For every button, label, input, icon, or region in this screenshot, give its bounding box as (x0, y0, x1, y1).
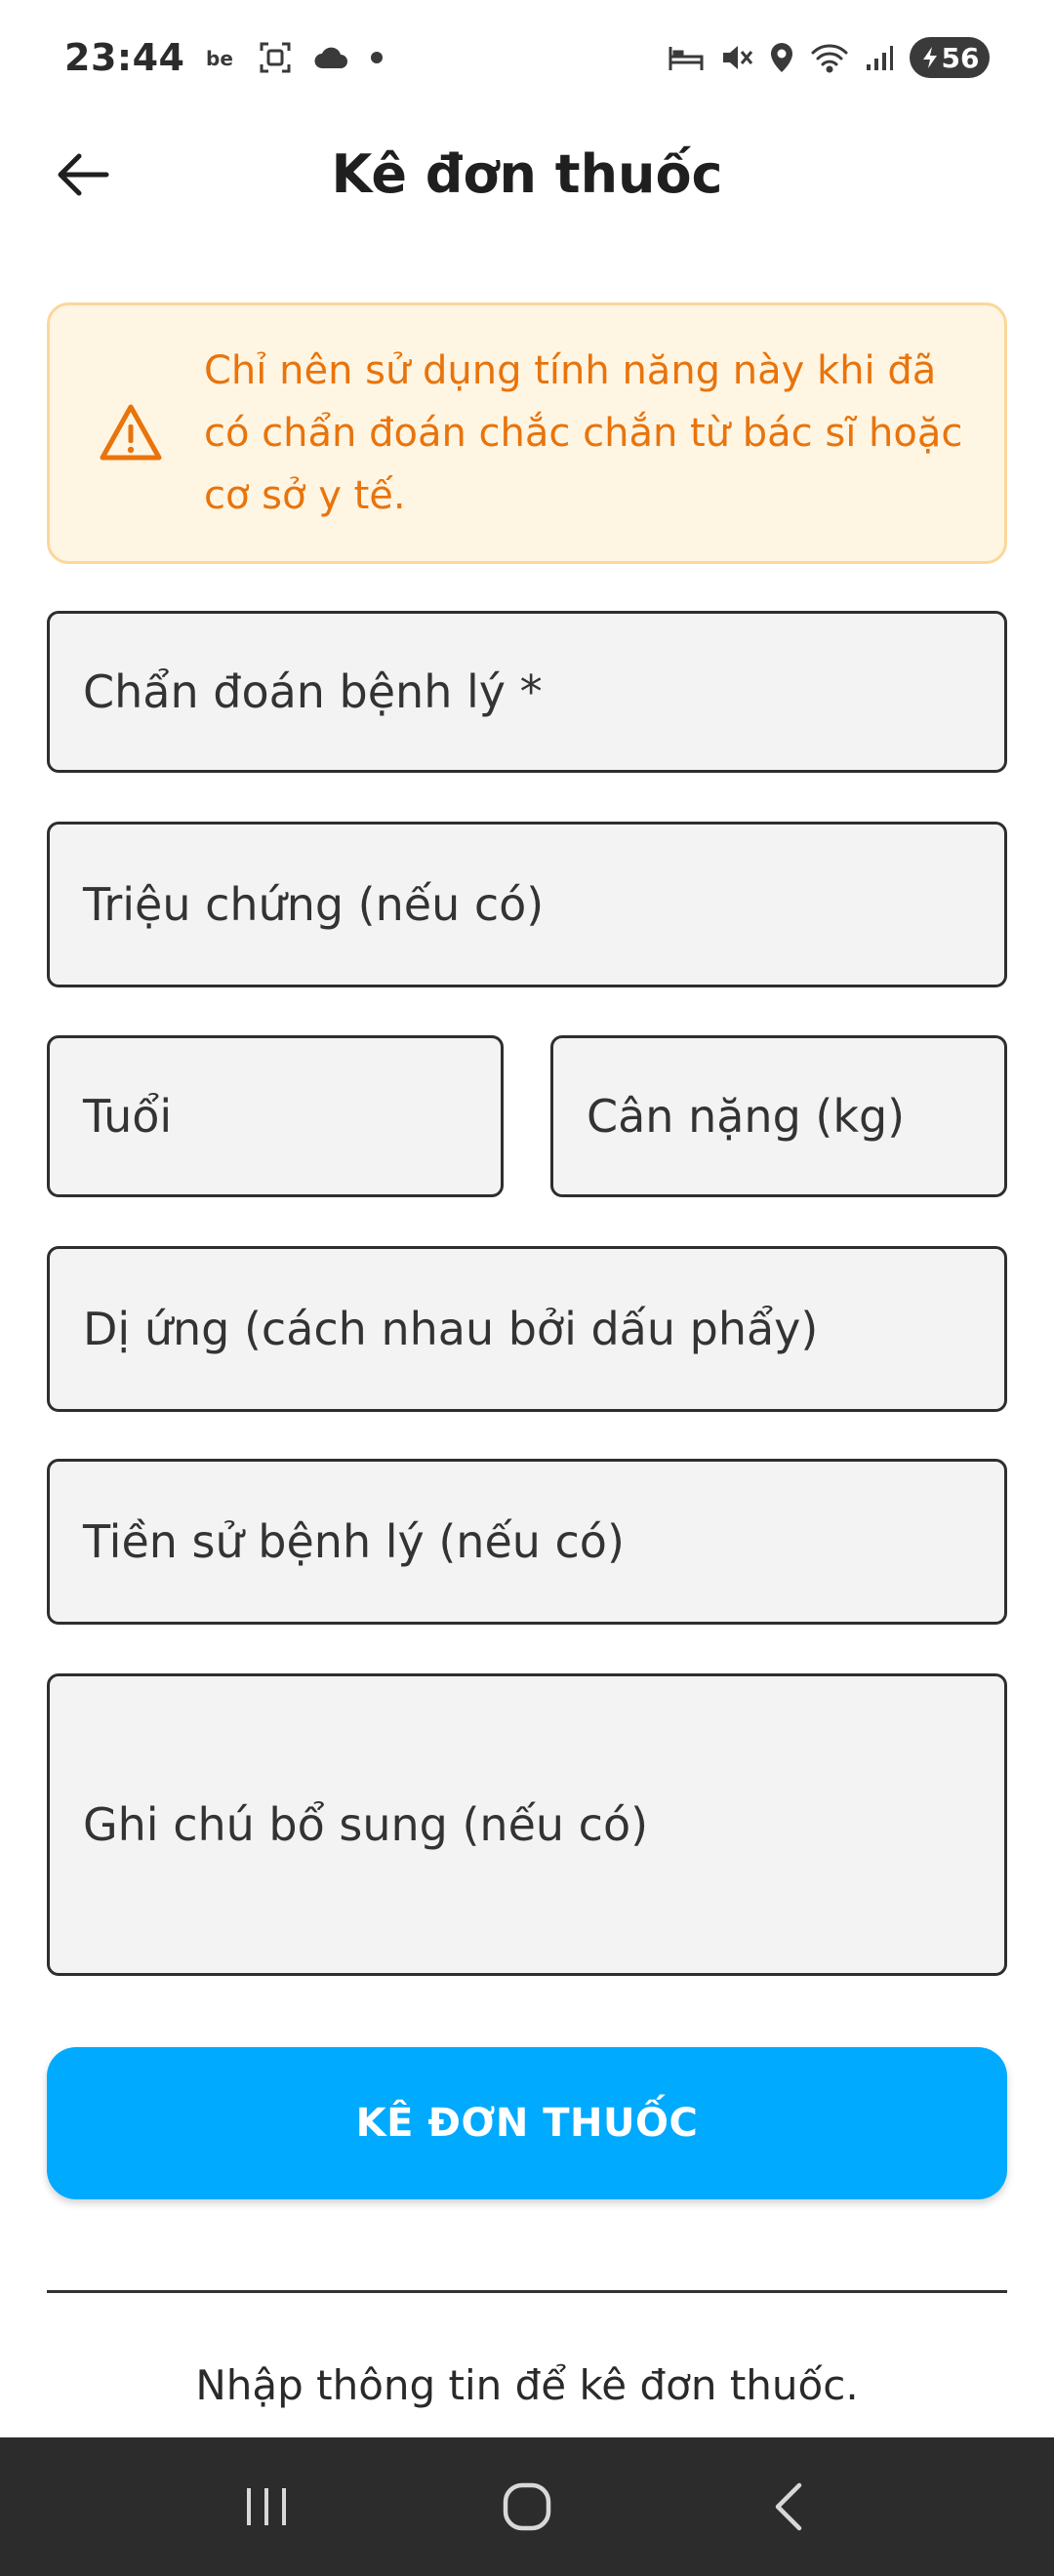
medical-history-label: Tiền sử bệnh lý (nếu có) (83, 1515, 625, 1568)
back-button[interactable] (49, 141, 117, 209)
dot-icon (370, 51, 384, 64)
home-button[interactable] (473, 2458, 581, 2556)
prescribe-button[interactable]: KÊ ĐƠN THUỐC (47, 2047, 1007, 2199)
arrow-left-icon (58, 153, 109, 196)
additional-notes-field[interactable]: Ghi chú bổ sung (nếu có) (47, 1673, 1007, 1976)
diagnosis-field[interactable]: Chẩn đoán bệnh lý * (47, 611, 1007, 773)
diagnosis-label: Chẩn đoán bệnh lý * (83, 665, 543, 718)
location-icon (769, 41, 794, 74)
weight-label: Cân nặng (kg) (587, 1090, 906, 1143)
screen-capture-icon (259, 41, 292, 74)
status-time: 23:44 (64, 36, 185, 79)
hint-text: Nhập thông tin để kê đơn thuốc. (195, 2361, 859, 2409)
age-field[interactable]: Tuổi (47, 1035, 504, 1197)
system-back-button[interactable] (734, 2458, 841, 2556)
warning-text: Chỉ nên sử dụng tính năng này khi đã có … (204, 348, 963, 518)
screen: 23:44 be 56 Kê đơn thuốc Chỉ nên sử dụng… (0, 0, 1054, 2576)
warning-triangle-icon (100, 404, 162, 461)
svg-text:be: be (206, 47, 233, 69)
recent-apps-button[interactable] (213, 2458, 320, 2556)
home-icon (503, 2482, 551, 2531)
medical-history-field[interactable]: Tiền sử bệnh lý (nếu có) (47, 1459, 1007, 1625)
additional-notes-label: Ghi chú bổ sung (nếu có) (83, 1798, 649, 1851)
divider (47, 2290, 1007, 2293)
mute-icon (720, 42, 753, 73)
allergies-field[interactable]: Dị ứng (cách nhau bởi dấu phẩy) (47, 1246, 1007, 1412)
status-left: 23:44 be (64, 36, 384, 79)
allergies-label: Dị ứng (cách nhau bởi dấu phẩy) (83, 1303, 819, 1355)
behance-icon: be (206, 46, 237, 69)
weight-field[interactable]: Cân nặng (kg) (550, 1035, 1007, 1197)
cloud-icon (313, 45, 348, 70)
app-bar: Kê đơn thuốc (0, 115, 1054, 232)
page-title: Kê đơn thuốc (331, 142, 723, 205)
signal-icon (865, 43, 894, 72)
symptoms-field[interactable]: Triệu chứng (nếu có) (47, 822, 1007, 987)
back-icon (775, 2482, 801, 2531)
battery-level: 56 (941, 41, 980, 74)
recent-apps-icon (247, 2488, 287, 2525)
status-right: 56 (668, 37, 990, 78)
status-bar: 23:44 be 56 (0, 0, 1054, 115)
battery-indicator: 56 (910, 37, 990, 78)
age-label: Tuổi (83, 1090, 173, 1143)
system-nav-bar (0, 2437, 1054, 2576)
symptoms-label: Triệu chứng (nếu có) (83, 878, 545, 931)
prescribe-button-label: KÊ ĐƠN THUỐC (355, 2101, 699, 2146)
warning-banner: Chỉ nên sử dụng tính năng này khi đã có … (47, 302, 1007, 564)
bed-icon (668, 43, 705, 72)
wifi-icon (810, 42, 849, 73)
